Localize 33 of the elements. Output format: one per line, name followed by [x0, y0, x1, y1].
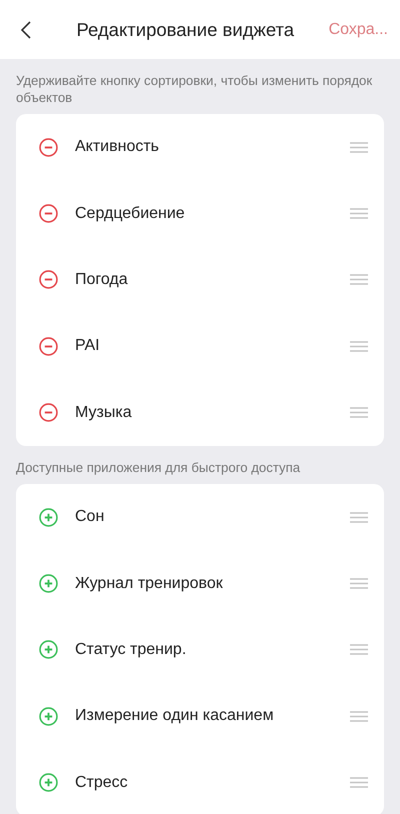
section-caption: Доступные приложения для быстрого доступа — [15, 458, 302, 477]
drag-handle-icon[interactable] — [350, 340, 368, 352]
widget-label: Статус тренир. — [75, 640, 188, 660]
widget-label: Погода — [75, 270, 129, 290]
widget-label: Активность — [75, 137, 160, 158]
remove-icon[interactable] — [39, 270, 58, 290]
drag-handle-icon[interactable] — [350, 710, 368, 722]
page-title: Редактирование виджета — [75, 18, 296, 42]
add-icon[interactable] — [39, 574, 58, 594]
drag-handle-icon[interactable] — [350, 208, 368, 220]
add-icon[interactable] — [39, 706, 58, 726]
section-caption: Удерживайте кнопку сортировки, чтобы изменить порядок объектов — [15, 72, 374, 107]
drag-handle-icon[interactable] — [350, 407, 368, 418]
widget-label: Сердцебиение — [75, 204, 186, 224]
remove-icon[interactable] — [39, 204, 58, 224]
widget-label: Сон — [75, 507, 106, 528]
remove-icon[interactable] — [39, 138, 58, 157]
drag-handle-icon[interactable] — [350, 644, 368, 656]
add-icon[interactable] — [39, 773, 58, 792]
add-icon[interactable] — [39, 508, 58, 527]
widget-label: Музыка — [75, 402, 133, 423]
remove-icon[interactable] — [39, 336, 58, 356]
add-icon[interactable] — [39, 640, 58, 660]
drag-handle-icon[interactable] — [350, 777, 368, 788]
drag-handle-icon[interactable] — [350, 512, 368, 523]
widget-label: Журнал тренировок — [75, 574, 224, 594]
drag-handle-icon[interactable] — [350, 274, 368, 286]
drag-handle-icon[interactable] — [350, 578, 368, 590]
drag-handle-icon[interactable] — [350, 142, 368, 153]
widget-label: Измерение один касанием — [75, 706, 275, 726]
widget-label: PAI — [75, 336, 101, 356]
remove-icon[interactable] — [39, 403, 58, 422]
widget-label: Стресс — [75, 772, 129, 793]
